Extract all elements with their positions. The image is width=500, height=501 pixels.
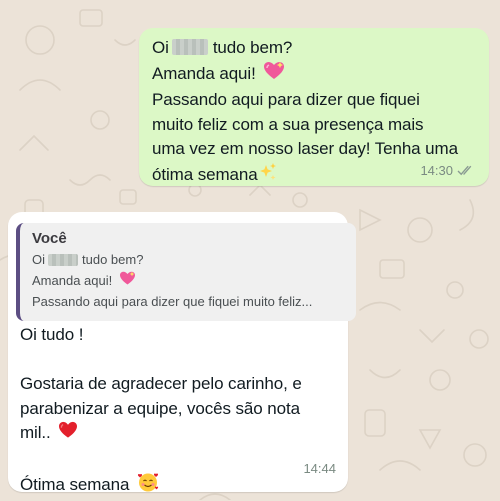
outgoing-greeting-suffix: tudo bem? bbox=[212, 38, 293, 57]
sparkling-heart-icon bbox=[119, 271, 136, 293]
incoming-line-1: Oi tudo ! bbox=[20, 325, 84, 344]
quote-line-2: Amanda aqui! bbox=[32, 271, 346, 293]
outgoing-line-5: uma vez em nosso laser day! Tenha uma bbox=[152, 139, 458, 158]
outgoing-message-bubble[interactable]: Oi tudo bem? Amanda aqui! Passando aqui p… bbox=[139, 28, 489, 186]
outgoing-line-2-text: Amanda aqui! bbox=[152, 63, 256, 83]
incoming-line-5-text: mil.. bbox=[20, 423, 51, 443]
incoming-message-text: Oi tudo ! Gostaria de agradecer pelo car… bbox=[20, 323, 302, 501]
quote-line-2-text: Amanda aqui! bbox=[32, 272, 113, 288]
quote-author: Você bbox=[32, 230, 67, 247]
double-check-icon bbox=[457, 165, 475, 176]
outgoing-line-2: Amanda aqui! bbox=[152, 61, 475, 89]
quote-line-1-suffix: tudo bem? bbox=[82, 252, 144, 267]
redacted-name-blur bbox=[171, 39, 208, 56]
incoming-line-2 bbox=[20, 348, 302, 373]
incoming-timestamp: 14:44 bbox=[303, 461, 336, 476]
outgoing-greeting-line: Oi tudo bem? bbox=[152, 36, 475, 61]
smiling-face-with-hearts-icon bbox=[137, 471, 159, 501]
sparkling-heart-icon bbox=[263, 61, 285, 89]
incoming-message-meta: 14:44 bbox=[303, 461, 336, 476]
incoming-line-7: Ótima semana bbox=[20, 471, 302, 501]
quote-line-1: Oi tudo bem? bbox=[32, 250, 346, 271]
outgoing-line-4: muito feliz com a sua presença mais bbox=[152, 114, 424, 134]
red-heart-icon bbox=[58, 421, 78, 447]
incoming-line-7-text: Ótima semana bbox=[20, 475, 130, 495]
sparkles-icon bbox=[258, 162, 278, 190]
incoming-line-4: parabenizar a equipe, vocês são nota bbox=[20, 398, 300, 418]
outgoing-timestamp: 14:30 bbox=[420, 163, 453, 178]
incoming-line-5: mil.. bbox=[20, 421, 302, 447]
incoming-line-6 bbox=[20, 447, 302, 472]
outgoing-line-3: Passando aqui para dizer que fiquei bbox=[152, 90, 420, 109]
incoming-line-3: Gostaria de agradecer pelo carinho, e bbox=[20, 374, 302, 393]
quote-line-1-prefix: Oi bbox=[32, 252, 45, 267]
outgoing-message-meta: 14:30 bbox=[420, 163, 475, 178]
quote-line-3: Passando aqui para dizer que fiquei muit… bbox=[32, 294, 313, 309]
quoted-message-preview[interactable]: Você Oi tudo bem? Amanda aqui! Passando a… bbox=[16, 223, 356, 321]
redacted-name-blur bbox=[48, 253, 78, 266]
outgoing-greeting-prefix: Oi bbox=[152, 38, 169, 57]
incoming-message-bubble[interactable]: Você Oi tudo bem? Amanda aqui! Passando a… bbox=[8, 212, 356, 494]
outgoing-line-6-text: ótima semana bbox=[152, 164, 258, 184]
